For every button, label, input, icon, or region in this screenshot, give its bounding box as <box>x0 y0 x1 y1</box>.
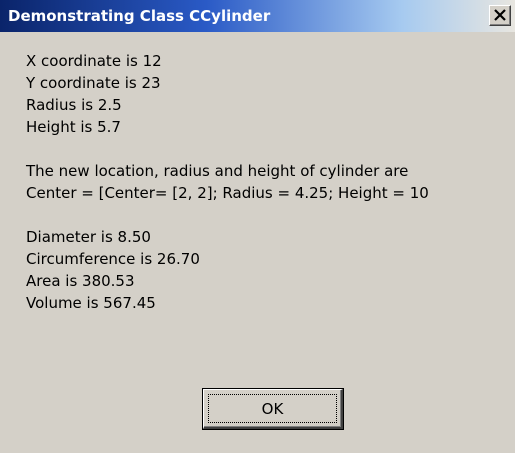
window-title: Demonstrating Class CCylinder <box>8 7 271 25</box>
message-line-height: Height is 5.7 <box>26 118 121 136</box>
message-line-diameter: Diameter is 8.50 <box>26 228 151 246</box>
message-line-new-location: The new location, radius and height of c… <box>26 162 409 180</box>
message-line-center: Center = [Center= [2, 2]; Radius = 4.25;… <box>26 184 429 202</box>
message-line-area: Area is 380.53 <box>26 272 135 290</box>
title-bar: Demonstrating Class CCylinder <box>0 0 515 32</box>
ok-button-label: OK <box>261 400 284 418</box>
message-line-volume: Volume is 567.45 <box>26 294 156 312</box>
message-line-circumference: Circumference is 26.70 <box>26 250 200 268</box>
close-icon <box>494 9 506 21</box>
message-line-x: X coordinate is 12 <box>26 52 162 70</box>
close-button[interactable] <box>489 5 511 26</box>
message-line-radius: Radius is 2.5 <box>26 96 122 114</box>
message-dialog: Demonstrating Class CCylinder X coordina… <box>0 0 515 453</box>
message-line-y: Y coordinate is 23 <box>26 74 161 92</box>
ok-button[interactable]: OK <box>203 389 343 429</box>
